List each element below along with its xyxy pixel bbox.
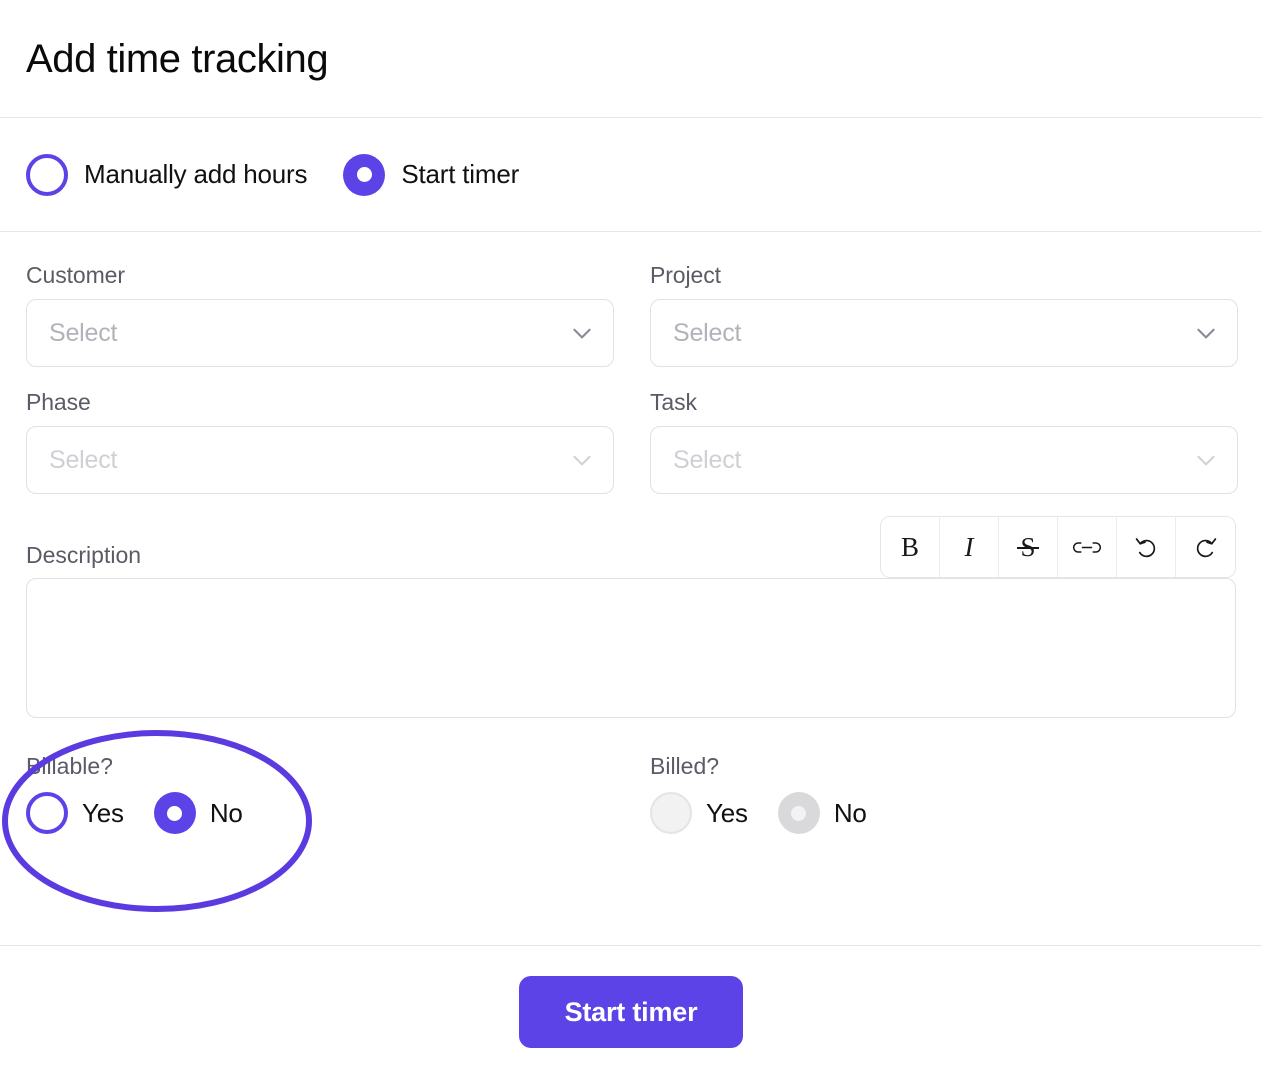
project-select[interactable]: Select: [650, 299, 1238, 367]
chevron-down-icon: [1193, 320, 1219, 346]
link-icon[interactable]: [1058, 517, 1117, 577]
task-label: Task: [650, 389, 697, 415]
billable-no-label: No: [209, 797, 243, 828]
field-task: Task Select: [650, 389, 1238, 494]
description-label: Description: [26, 542, 142, 568]
radio-unchecked-icon[interactable]: [26, 792, 68, 834]
billable-toggle-group: Billable? Yes No: [2, 730, 614, 912]
strikethrough-wrap: S: [1017, 533, 1039, 561]
form-row-phase-task: Phase Select Task Select: [26, 389, 1238, 494]
customer-select-value: Select: [49, 318, 118, 347]
billable-yes-label: Yes: [82, 797, 124, 828]
billable-label: Billable?: [26, 753, 113, 779]
billable-options: Yes No: [26, 792, 614, 834]
billable-option-no[interactable]: No: [153, 792, 243, 834]
radio-checked-icon[interactable]: [343, 153, 386, 196]
field-project: Project Select: [650, 262, 1238, 367]
billed-option-yes[interactable]: Yes: [650, 792, 748, 834]
billed-label: Billed?: [650, 753, 720, 779]
field-description: B I S: [26, 516, 1236, 723]
billable-option-yes[interactable]: Yes: [26, 792, 124, 834]
project-select-value: Select: [673, 318, 742, 347]
billed-toggle-group: Billed? Yes No: [650, 753, 1238, 834]
field-customer: Customer Select: [26, 262, 614, 367]
form-row-customer-project: Customer Select Project Select: [26, 262, 1238, 367]
mode-option-manually-add-hours[interactable]: Manually add hours: [26, 153, 308, 196]
task-select[interactable]: Select: [650, 426, 1238, 494]
radio-disabled-checked-icon[interactable]: [777, 792, 820, 834]
mode-option-label: Manually add hours: [84, 159, 308, 189]
phase-select[interactable]: Select: [26, 426, 614, 494]
mode-option-label: Start timer: [401, 159, 520, 189]
redo-icon[interactable]: [1176, 517, 1235, 577]
start-timer-button[interactable]: Start timer: [518, 976, 744, 1048]
italic-glyph: I: [964, 531, 974, 562]
rich-text-toolbar: B I S: [880, 516, 1236, 578]
billed-no-label: No: [833, 797, 867, 828]
italic-icon[interactable]: I: [940, 517, 999, 577]
chevron-down-icon: [569, 447, 595, 473]
bold-icon[interactable]: B: [881, 517, 940, 577]
mode-radio-group: Manually add hours Start timer: [0, 118, 1262, 232]
strike-line: [1017, 547, 1039, 549]
customer-select[interactable]: Select: [26, 299, 614, 367]
customer-label: Customer: [26, 262, 125, 288]
billed-option-no[interactable]: No: [777, 792, 867, 834]
chevron-down-icon: [569, 320, 595, 346]
toggles-row: Billable? Yes No Billed? Yes No: [2, 730, 1238, 912]
strikethrough-icon[interactable]: S: [999, 517, 1058, 577]
undo-icon[interactable]: [1117, 517, 1176, 577]
bold-glyph: B: [900, 531, 919, 562]
project-label: Project: [650, 262, 721, 288]
field-phase: Phase Select: [26, 389, 614, 494]
row-spacer: [26, 367, 1236, 389]
radio-unchecked-icon[interactable]: [26, 153, 68, 196]
billed-yes-label: Yes: [706, 797, 748, 828]
billed-options: Yes No: [650, 792, 1238, 834]
radio-checked-icon[interactable]: [153, 792, 196, 834]
radio-disabled-unchecked-icon[interactable]: [650, 792, 692, 834]
chevron-down-icon: [1193, 447, 1219, 473]
phase-label: Phase: [26, 389, 91, 415]
form-body: Customer Select Project Select Phase Sel…: [0, 232, 1262, 912]
mode-option-start-timer[interactable]: Start timer: [343, 153, 520, 196]
modal-footer: Start timer: [0, 945, 1262, 1078]
modal-header: Add time tracking: [0, 0, 1262, 118]
description-input[interactable]: [26, 578, 1236, 718]
page-title: Add time tracking: [26, 36, 329, 81]
phase-select-value: Select: [49, 445, 118, 474]
task-select-value: Select: [673, 445, 742, 474]
